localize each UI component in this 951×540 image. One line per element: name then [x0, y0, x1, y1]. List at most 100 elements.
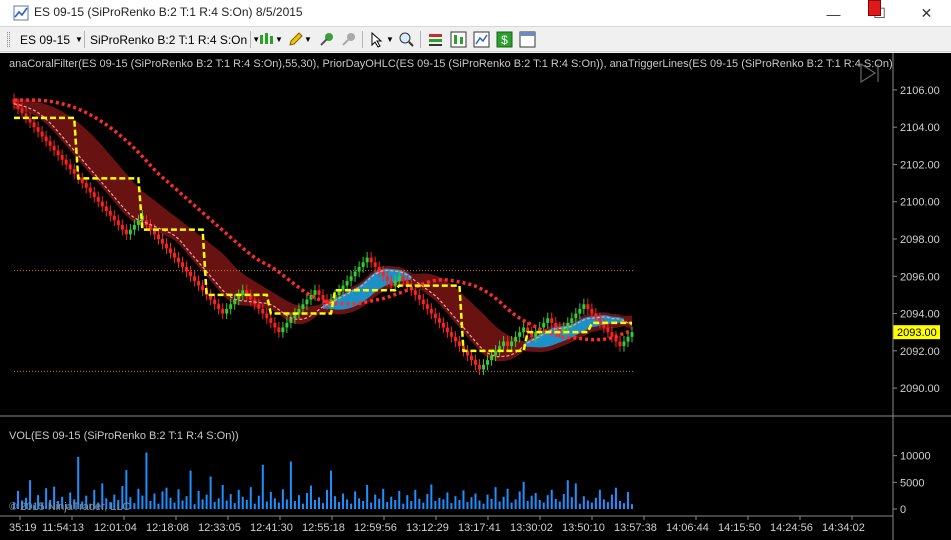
volume-bar	[586, 500, 589, 509]
renko-bar	[132, 225, 136, 230]
instrument-label: ES 09-15	[20, 32, 71, 47]
volume-bar	[622, 503, 625, 509]
volume-bar	[189, 470, 192, 509]
volume-bar	[494, 487, 497, 509]
volume-bar	[366, 485, 369, 509]
volume-bar	[181, 500, 184, 509]
volume-bar	[177, 489, 180, 509]
volume-bar	[386, 502, 389, 509]
drawing-pen-icon[interactable]	[287, 31, 304, 48]
toolbar-separator	[420, 31, 421, 48]
volume-bar	[506, 488, 509, 509]
instrument-selector[interactable]: ES 09-15 ▼	[20, 31, 83, 48]
renko-bar	[578, 308, 582, 314]
pin-icon[interactable]	[318, 31, 335, 48]
volume-bar	[305, 493, 308, 509]
renko-bar	[381, 271, 385, 277]
renko-bar	[289, 318, 293, 323]
volume-bar	[297, 495, 300, 509]
price-tick-label: 2102.00	[900, 159, 940, 171]
volume-bar	[522, 481, 525, 509]
volume-bar	[566, 480, 569, 509]
renko-bar	[185, 266, 189, 272]
volume-bar	[301, 503, 304, 509]
indicators-icon[interactable]	[427, 31, 444, 48]
volume-label: VOL(ES 09-15 (SiProRenko B:2 T:1 R:4 S:O…	[9, 430, 239, 442]
volume-bar	[490, 498, 493, 509]
volume-bar	[426, 494, 429, 509]
price-axis: 2106.00 2104.00 2102.00 2100.00 2098.00 2096.…	[893, 85, 940, 395]
time-tick-label: 12:18:08	[146, 522, 189, 534]
renko-bar	[108, 211, 112, 216]
renko-bar	[606, 327, 610, 333]
volume-bar	[578, 503, 581, 509]
renko-bar	[92, 192, 96, 198]
volume-bar	[217, 498, 220, 509]
copyright-text: © 2015 NinjaTrader, LLC	[9, 501, 130, 513]
volume-bar	[137, 488, 140, 509]
volume-bar	[330, 470, 333, 509]
chart-app-icon	[13, 5, 29, 21]
renko-bar	[181, 262, 185, 267]
renko-bar	[433, 313, 437, 319]
dollar-icon[interactable]: $	[496, 31, 513, 48]
period-selector[interactable]: SiProRenko B:2 T:1 R:4 S:On ▼	[90, 31, 260, 48]
renko-bar	[261, 308, 265, 314]
renko-bar	[225, 308, 229, 314]
volume-bar	[390, 496, 393, 509]
chevron-down-icon[interactable]: ▼	[386, 31, 394, 48]
minimize-button[interactable]: —	[810, 0, 857, 27]
renko-bar	[301, 304, 305, 309]
renko-bar	[265, 313, 269, 319]
price-tick-label: 2096.00	[900, 271, 940, 283]
volume-bar	[602, 499, 605, 509]
chevron-down-icon: ▼	[75, 35, 83, 44]
pointer-icon[interactable]	[369, 31, 386, 48]
renko-bar	[486, 360, 490, 365]
prior-day-levels	[14, 270, 633, 372]
renko-bar	[385, 276, 389, 281]
close-button[interactable]: ✕	[903, 0, 950, 27]
time-tick-label: 13:57:38	[614, 522, 657, 534]
renko-bar	[56, 150, 60, 156]
volume-bar	[402, 503, 405, 509]
time-tick-label: 14:06:44	[666, 522, 709, 534]
volume-bar	[470, 497, 473, 509]
volume-bar	[430, 484, 433, 509]
volume-bar	[293, 501, 296, 509]
time-tick-label: 14:34:02	[822, 522, 865, 534]
renko-bar	[401, 276, 405, 281]
volume-bar	[562, 494, 565, 509]
volume-bar	[458, 499, 461, 509]
toolbar-separator	[84, 31, 85, 48]
renko-bar	[285, 322, 289, 328]
renko-bar	[522, 327, 526, 333]
strategies-icon[interactable]	[450, 31, 467, 48]
pin-gray-icon[interactable]	[340, 31, 357, 48]
renko-bar	[626, 336, 630, 342]
renko-bar	[590, 308, 594, 314]
chart-canvas[interactable]: anaCoralFilter(ES 09-15 (SiProRenko B:2 …	[0, 53, 951, 540]
zoom-icon[interactable]	[398, 31, 415, 48]
time-tick-label: 12:41:30	[250, 522, 293, 534]
chevron-down-icon[interactable]: ▼	[275, 31, 283, 48]
renko-bar	[104, 206, 108, 212]
time-tick-label: 14:15:50	[718, 522, 761, 534]
volume-bar	[626, 491, 629, 509]
renko-bar	[482, 364, 486, 370]
chevron-down-icon[interactable]: ▼	[304, 31, 312, 48]
data-box-icon[interactable]	[519, 31, 536, 48]
chart-properties-icon[interactable]	[473, 31, 490, 48]
time-tick-label: 35:19	[9, 522, 37, 534]
volume-bar	[410, 501, 413, 509]
volume-bar	[462, 490, 465, 509]
renko-bar	[269, 318, 273, 323]
chart-area[interactable]: anaCoralFilter(ES 09-15 (SiProRenko B:2 …	[0, 53, 951, 540]
volume-bar	[261, 464, 264, 509]
time-tick-label: 12:55:18	[302, 522, 345, 534]
renko-bar	[233, 299, 237, 305]
volume-bar	[606, 502, 609, 509]
renko-bar	[373, 262, 377, 267]
bar-type-icon[interactable]	[258, 31, 275, 48]
volume-tick-label: 0	[900, 504, 906, 516]
